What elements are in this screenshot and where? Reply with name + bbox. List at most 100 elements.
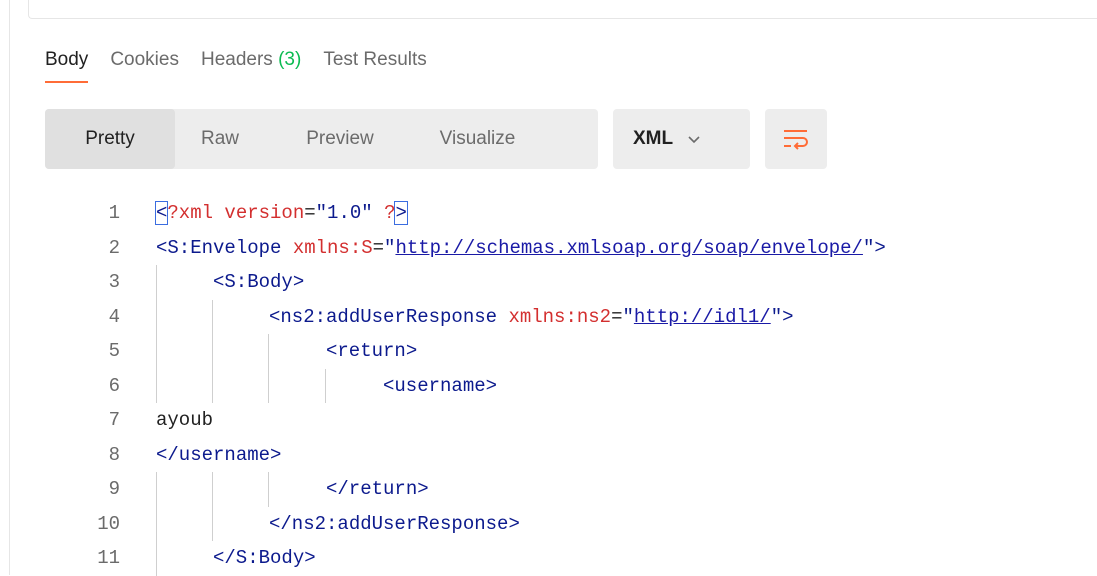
code-token: ?xml xyxy=(167,202,214,224)
tab-label: Test Results xyxy=(323,49,427,70)
code-text: </ns2:addUserResponse> xyxy=(269,507,520,542)
wrap-lines-icon xyxy=(784,130,808,150)
code-line: 1 <?xml version="1.0" ?> xyxy=(0,196,1097,231)
top-panel-edge xyxy=(28,0,1097,19)
code-line: 8 </username> xyxy=(0,438,1097,473)
line-number: 1 xyxy=(108,202,120,224)
code-text: </S:Body> xyxy=(213,541,316,576)
format-dropdown[interactable]: XML xyxy=(613,109,750,169)
code-token: ayoub xyxy=(156,409,214,431)
code-token: = xyxy=(372,236,385,259)
code-text: </username> xyxy=(156,438,281,473)
tab-body[interactable]: Body xyxy=(45,49,89,83)
line-number: 5 xyxy=(108,340,120,362)
line-number: 8 xyxy=(108,443,120,466)
code-token: " xyxy=(770,305,783,328)
response-code-editor[interactable]: 1 <?xml version="1.0" ?> 2 <S:Envelope xmln… xyxy=(0,196,1097,576)
indent-guide xyxy=(156,368,157,403)
url-link[interactable]: http://idl1/ xyxy=(634,306,771,328)
view-mode-segmented-control: Pretty Raw Preview Visualize xyxy=(45,109,598,169)
code-token: <S:Envelope xyxy=(156,236,282,259)
code-token: </return> xyxy=(326,478,429,500)
indent-guide xyxy=(212,334,213,369)
url-link[interactable]: http://schemas.xmlsoap.org/soap/envelope… xyxy=(395,237,862,259)
bracket-match: > xyxy=(394,201,408,225)
code-line: 2 <S:Envelope xmlns:S="http://schemas.xml… xyxy=(0,231,1097,266)
bracket-match: < xyxy=(154,201,169,225)
view-mode-preview[interactable]: Preview xyxy=(265,109,415,169)
view-mode-visualize[interactable]: Visualize xyxy=(415,109,540,169)
code-text: <S:Body> xyxy=(213,265,304,300)
line-number: 11 xyxy=(97,547,120,569)
code-token: <ns2:addUserResponse xyxy=(269,305,498,328)
code-token: " xyxy=(384,236,396,259)
indent-guide xyxy=(268,334,269,369)
wrap-lines-button[interactable] xyxy=(765,109,827,169)
indent-guide xyxy=(268,472,269,507)
indent-guide xyxy=(156,472,157,507)
code-line: 7 ayoub xyxy=(0,403,1097,438)
code-text: ayoub xyxy=(156,403,213,438)
indent-guide xyxy=(212,506,213,541)
indent-guide xyxy=(156,299,157,334)
code-text: <return> xyxy=(326,334,417,369)
indent-guide xyxy=(156,541,157,576)
code-token: "1.0" xyxy=(315,202,373,224)
indent-guide xyxy=(325,368,326,403)
code-line: 3 <S:Body> xyxy=(0,265,1097,300)
code-line: 11 </S:Body> xyxy=(0,541,1097,576)
code-token: xmlns:ns2 xyxy=(497,305,612,328)
line-number: 10 xyxy=(97,512,120,535)
indent-guide xyxy=(212,368,213,403)
code-line: 10 </ns2:addUserResponse> xyxy=(0,506,1097,542)
tab-label: Cookies xyxy=(110,49,179,70)
indent-guide xyxy=(156,265,157,300)
code-line: 5 <return> xyxy=(0,334,1097,369)
line-number: 9 xyxy=(108,478,120,500)
code-token: <username> xyxy=(383,374,498,397)
view-mode-raw[interactable]: Raw xyxy=(175,109,265,169)
code-token: " xyxy=(622,305,634,328)
format-selected: XML xyxy=(633,128,674,149)
code-token: <S:Body> xyxy=(213,271,305,293)
headers-count: (3) xyxy=(278,49,302,70)
tab-label: Body xyxy=(45,49,89,70)
line-number: 4 xyxy=(108,305,120,328)
code-text: <ns2:addUserResponse xmlns:ns2="http://i… xyxy=(269,300,794,335)
tab-headers[interactable]: Headers (3) xyxy=(201,49,301,83)
code-token: = xyxy=(611,305,623,328)
code-line: 4 <ns2:addUserResponse xmlns:ns2="http://… xyxy=(0,299,1097,335)
tab-label: Headers xyxy=(200,49,273,70)
code-token: > xyxy=(874,236,886,259)
code-line: 9 </return> xyxy=(0,472,1097,507)
indent-guide xyxy=(212,299,213,334)
indent-guide xyxy=(212,472,213,507)
code-token: xmlns:S xyxy=(281,236,373,259)
line-number: 2 xyxy=(108,236,120,259)
chevron-down-icon xyxy=(688,136,700,144)
code-token: </ns2:addUserResponse> xyxy=(269,512,520,535)
line-number: 3 xyxy=(108,271,120,293)
code-text: <S:Envelope xmlns:S="http://schemas.xmls… xyxy=(156,231,886,266)
line-number: 7 xyxy=(108,409,120,431)
tab-test-results[interactable]: Test Results xyxy=(323,49,426,83)
code-line: 6 <username> xyxy=(0,368,1097,404)
tab-cookies[interactable]: Cookies xyxy=(110,49,179,83)
indent-guide xyxy=(268,368,269,403)
line-number: 6 xyxy=(108,374,120,397)
code-token: ? xyxy=(384,202,396,224)
response-tabs: Body Cookies Headers (3) Test Results xyxy=(45,49,449,83)
code-token: " xyxy=(862,236,875,259)
indent-guide xyxy=(156,506,157,541)
code-token: </S:Body> xyxy=(213,547,316,569)
code-token: <return> xyxy=(326,340,418,362)
code-text: </return> xyxy=(326,472,429,507)
indent-guide xyxy=(156,334,157,369)
code-token: = xyxy=(304,202,316,224)
code-token: </username> xyxy=(156,443,282,466)
code-token: version xyxy=(213,202,305,224)
view-mode-pretty[interactable]: Pretty xyxy=(45,109,175,169)
code-token: > xyxy=(782,305,794,328)
code-text: <username> xyxy=(383,369,497,404)
